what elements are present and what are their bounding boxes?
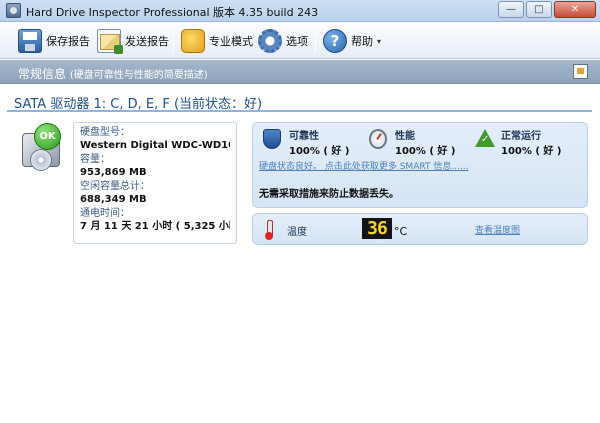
help-label: 帮助: [351, 35, 373, 48]
uptime-label: 正常运行: [501, 131, 541, 142]
reliability-value: 100% ( 好 ): [289, 146, 350, 157]
toolbar-separator: [315, 29, 316, 53]
temperature-chart-link[interactable]: 查看温度图: [475, 223, 520, 236]
power-on-time-label: 通电时间：: [80, 208, 130, 219]
save-report-label: 保存报告: [46, 35, 90, 48]
status-note: 无需采取措施来防止数据丢失。: [259, 189, 399, 200]
free-space-label: 空闲容量总计：: [80, 181, 150, 192]
status-panel: 可靠性 100% ( 好 ) 性能 100% ( 好 ) 正常运行 100% (…: [252, 122, 588, 208]
drive-title: SATA 驱动器 1: C, D, E, F (当前状态：好): [14, 97, 263, 112]
model-label: 硬盘型号：: [80, 127, 130, 138]
close-button[interactable]: ✕: [554, 1, 596, 18]
capacity-label: 容量：: [80, 154, 110, 165]
section-header: 常规信息 (硬盘可靠性与性能的简要描述): [0, 60, 600, 84]
help-icon: ?: [323, 29, 347, 53]
options-label: 选项: [286, 35, 308, 48]
performance-label: 性能: [395, 131, 415, 142]
expert-mode-label: 专业模式: [209, 35, 253, 48]
section-title-text: 常规信息: [18, 67, 67, 81]
temperature-display: 36: [362, 218, 392, 239]
save-report-button[interactable]: 保存报告: [18, 27, 90, 55]
check-triangle-icon: [475, 129, 495, 147]
expert-mode-button[interactable]: 专业模式: [181, 27, 253, 55]
send-report-button[interactable]: 发送报告: [97, 27, 169, 55]
report-icon[interactable]: [573, 64, 588, 79]
drive-header: SATA 驱动器 1: C, D, E, F (当前状态：好): [7, 90, 592, 112]
performance-value: 100% ( 好 ): [395, 146, 456, 157]
gauge-icon: [369, 129, 387, 149]
reliability-label: 可靠性: [289, 131, 319, 142]
thermometer-icon: [265, 220, 273, 240]
window-controls: — □ ✕: [498, 1, 596, 18]
title-bar: Hard Drive Inspector Professional 版本 4.3…: [0, 0, 600, 22]
send-report-icon: [97, 29, 123, 54]
minimize-button[interactable]: —: [498, 1, 524, 18]
toolbar: 保存报告 发送报告 专业模式 选项 ? 帮助 ▾: [0, 23, 600, 59]
toolbar-separator: [173, 29, 174, 53]
save-icon: [18, 29, 42, 53]
maximize-button[interactable]: □: [526, 1, 552, 18]
app-icon: [6, 3, 21, 18]
ok-status-badge: OK: [34, 123, 61, 150]
chevron-down-icon: ▾: [377, 36, 382, 46]
section-subtitle: (硬盘可靠性与性能的简要描述): [69, 70, 208, 81]
temperature-unit: °C: [394, 225, 408, 238]
disk-platter: [30, 149, 52, 171]
window-title: Hard Drive Inspector Professional 版本 4.3…: [26, 6, 319, 19]
model-value: Western Digital WDC-WD10...: [80, 140, 230, 151]
power-on-time-value: 7 月 11 天 21 小时 ( 5,325 小时...: [80, 221, 230, 232]
expert-mode-icon: [181, 29, 205, 53]
uptime-value: 100% ( 好 ): [501, 146, 562, 157]
temperature-panel: 温度 36 °C 查看温度图: [252, 213, 588, 245]
hard-disk-icon: OK: [22, 123, 62, 171]
options-button[interactable]: 选项: [258, 27, 308, 55]
section-title: 常规信息 (硬盘可靠性与性能的简要描述): [18, 65, 208, 82]
free-space-value: 688,349 MB: [80, 194, 147, 205]
send-report-label: 发送报告: [125, 35, 169, 48]
main-content: SATA 驱动器 1: C, D, E, F (当前状态：好) OK 硬盘型号：…: [0, 85, 600, 423]
help-button[interactable]: ? 帮助 ▾: [323, 27, 381, 55]
shield-icon: [263, 129, 281, 149]
capacity-value: 953,869 MB: [80, 167, 147, 178]
gear-icon: [258, 29, 282, 53]
smart-info-link[interactable]: 硬盘状态良好。 点击此处获取更多 SMART 信息......: [259, 159, 468, 172]
drive-info-card: 硬盘型号： Western Digital WDC-WD10... 容量： 95…: [73, 122, 237, 244]
temperature-label: 温度: [287, 227, 307, 238]
